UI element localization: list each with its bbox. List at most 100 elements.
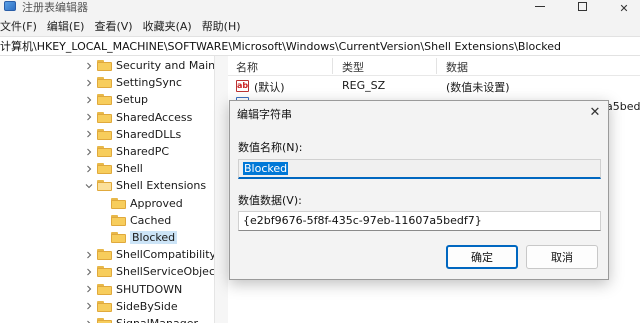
tree-item[interactable]: SHUTDOWN [84, 281, 182, 298]
tree-item-label: SharedDLLs [116, 127, 182, 141]
tree-item[interactable]: Shell Extensions [84, 177, 206, 194]
menu-favorites[interactable]: 收藏夹(A) [143, 18, 198, 34]
registry-app-icon [4, 1, 16, 11]
tree-item[interactable]: SideBySide [84, 298, 178, 315]
folder-icon [111, 232, 126, 243]
ok-button[interactable]: 确定 [446, 245, 518, 269]
folder-icon [97, 111, 112, 123]
tree-item-label: Setup [116, 93, 149, 107]
value-data-field[interactable]: {e2bf9676-5f8f-435c-97eb-11607a5bedf7} [238, 211, 601, 231]
tree-item[interactable]: ShellServiceObjectD [84, 263, 214, 280]
value-data: (数值未设置) [446, 81, 510, 94]
tree-item-label: SideBySide [116, 299, 178, 313]
value-name: (默认) [254, 81, 285, 94]
tree-item-label: Cached [130, 213, 172, 227]
folder-icon [97, 318, 112, 323]
value-data-text: {e2bf9676-5f8f-435c-97eb-11607a5bedf7} [243, 214, 482, 227]
column-name-header[interactable]: 名称 [236, 59, 258, 75]
tree-item-label: SettingSync [116, 76, 182, 90]
tree-item[interactable]: SharedDLLs [84, 126, 181, 143]
tree-item-label: ShellServiceObjectD [116, 265, 214, 279]
tree-item-label: SharedAccess [116, 110, 193, 124]
folder-icon [97, 128, 112, 140]
folder-icon [97, 163, 112, 175]
menu-edit[interactable]: 编辑(E) [47, 18, 91, 34]
chevron-right-icon[interactable] [84, 267, 94, 277]
dialog-title: 编辑字符串 [237, 108, 292, 121]
folder-icon [97, 77, 112, 89]
folder-icon [111, 197, 126, 209]
edit-string-dialog: 编辑字符串 ✕ 数值名称(N): Blocked 数值数据(V): {e2bf9… [229, 100, 609, 280]
chevron-right-icon[interactable] [84, 284, 94, 294]
chevron-right-icon[interactable] [84, 164, 94, 174]
menu-view[interactable]: 查看(V) [94, 18, 138, 34]
tree-item[interactable]: Security and Mainte [84, 57, 214, 74]
value-data-partial: a5bed [606, 100, 640, 113]
tree-item[interactable]: SettingSync [84, 74, 182, 91]
tree-item-label: Shell Extensions [116, 179, 207, 193]
tree-item-label: Security and Mainte [116, 59, 214, 72]
value-name-label: 数值名称(N): [238, 141, 303, 154]
chevron-right-icon[interactable] [84, 147, 94, 157]
tree-item[interactable]: Cached [98, 212, 171, 229]
close-icon: ✕ [589, 104, 601, 120]
list-header: 名称 类型 数据 [228, 56, 640, 76]
chevron-right-icon[interactable] [84, 95, 94, 105]
tree-item[interactable]: ShellCompatibility [84, 246, 214, 263]
chevron-right-icon[interactable] [84, 112, 94, 122]
tree-item[interactable]: SignalManager [84, 315, 198, 323]
value-type: REG_SZ [342, 79, 386, 92]
close-icon: ✕ [619, 1, 629, 15]
menu-file[interactable]: 文件(F) [0, 18, 43, 34]
window-title: 注册表编辑器 [22, 1, 88, 14]
folder-icon [97, 94, 112, 106]
folder-icon [97, 60, 112, 71]
tree-scrollbar[interactable] [214, 56, 228, 323]
maximize-button[interactable] [562, 0, 602, 16]
chevron-right-icon[interactable] [84, 129, 94, 139]
maximize-icon [577, 1, 587, 11]
column-type-header[interactable]: 类型 [342, 59, 364, 75]
value-data-label: 数值数据(V): [238, 194, 302, 207]
chevron-right-icon[interactable] [84, 301, 94, 311]
title-bar: 注册表编辑器 ✕ [0, 0, 640, 16]
tree-item-label: SHUTDOWN [116, 282, 183, 296]
tree-item[interactable]: Shell [84, 160, 143, 177]
chevron-right-icon[interactable] [84, 319, 94, 323]
minimize-button[interactable] [520, 0, 560, 16]
folder-icon [97, 249, 112, 261]
value-name-field[interactable]: Blocked [238, 159, 601, 179]
column-divider[interactable] [332, 58, 333, 74]
column-divider[interactable] [436, 58, 437, 74]
folder-icon [97, 283, 112, 295]
folder-icon [97, 300, 112, 312]
column-data-header[interactable]: 数据 [446, 59, 468, 75]
tree-item[interactable]: Approved [98, 195, 183, 212]
chevron-down-icon[interactable] [84, 181, 94, 191]
tree-item[interactable]: SharedAccess [84, 109, 192, 126]
dialog-close-button[interactable]: ✕ [588, 104, 602, 120]
menu-help[interactable]: 帮助(H) [202, 18, 247, 34]
folder-icon [111, 214, 126, 226]
chevron-right-icon[interactable] [84, 78, 94, 88]
folder-icon [97, 146, 112, 157]
address-path: 计算机\HKEY_LOCAL_MACHINE\SOFTWARE\Microsof… [0, 40, 562, 53]
address-bar[interactable]: 计算机\HKEY_LOCAL_MACHINE\SOFTWARE\Microsof… [0, 36, 640, 56]
folder-open-icon [97, 180, 112, 192]
tree-item[interactable]: Blocked [98, 229, 178, 246]
chevron-right-icon[interactable] [84, 250, 94, 260]
close-window-button[interactable]: ✕ [604, 0, 640, 16]
value-name-text: Blocked [243, 162, 289, 175]
minimize-icon [535, 5, 545, 7]
tree-item-label: Approved [130, 196, 183, 210]
chevron-right-icon[interactable] [84, 61, 94, 71]
tree-item[interactable]: SharedPC [84, 143, 169, 160]
list-row-default[interactable]: ab (默认) REG_SZ (数值未设置) [228, 78, 640, 95]
cancel-button[interactable]: 取消 [526, 245, 598, 269]
tree-item[interactable]: Setup [84, 91, 148, 108]
tree-item-label: Shell [116, 162, 143, 176]
folder-icon [97, 266, 112, 278]
